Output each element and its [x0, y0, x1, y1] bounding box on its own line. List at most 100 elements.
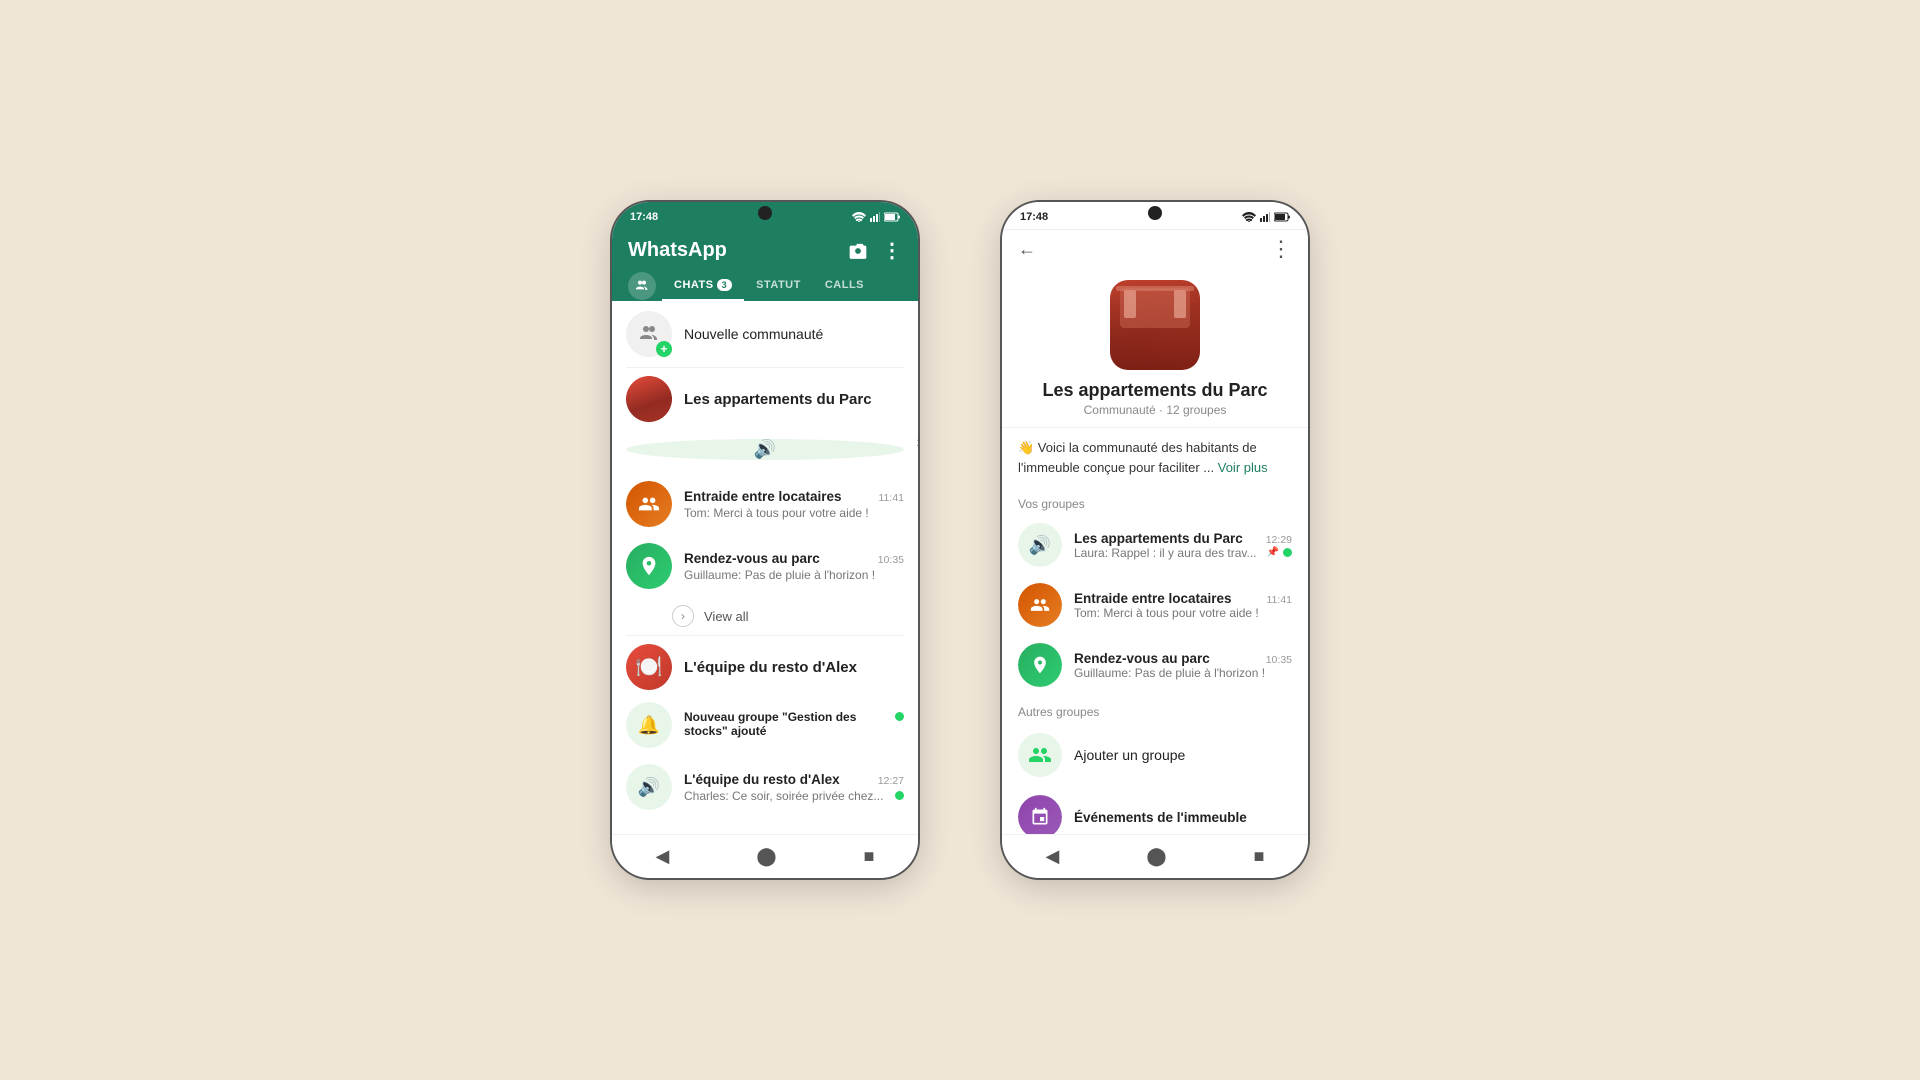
unread-dot-right-appart: [1283, 548, 1292, 557]
right-group-rdv[interactable]: Rendez-vous au parc 10:35 Guillaume: Pas…: [1002, 635, 1308, 695]
new-community-icon: +: [626, 311, 672, 357]
tab-statut[interactable]: STATUT: [744, 271, 813, 301]
home-button-p2[interactable]: ⬤: [1136, 842, 1176, 871]
right-avatar-rdv: [1018, 643, 1062, 687]
right-group-appart[interactable]: 🔊 Les appartements du Parc 12:29 Laura: …: [1002, 515, 1308, 575]
community-appart-header[interactable]: Les appartements du Parc: [612, 368, 918, 426]
add-people-icon: [1028, 743, 1052, 767]
chat-avatar-appart: 🔊: [626, 439, 904, 460]
chat-avatar-entraide: [626, 481, 672, 527]
chat-item-resto-alex[interactable]: 🔊 L'équipe du resto d'Alex 12:27 Charles…: [612, 756, 918, 818]
chat-avatar-gestion: 🔔: [626, 702, 672, 748]
chat-preview-resto-alex: Charles: Ce soir, soirée privée chez...: [684, 789, 891, 803]
view-all-arrow-icon: ›: [672, 605, 694, 627]
app-title: WhatsApp: [628, 239, 727, 262]
right-info-appart: Les appartements du Parc 12:29 Laura: Ra…: [1074, 531, 1292, 560]
back-button-2[interactable]: ←: [1018, 239, 1036, 260]
phone-1: 17:48 WhatsApp ⋮ CHATS3 STATUT: [610, 200, 920, 880]
add-group-label: Ajouter un groupe: [1074, 747, 1185, 763]
right-name-entraide: Entraide entre locataires: [1074, 591, 1232, 606]
phone-2: 17:48 ← ⋮ Les appartements du Parc: [1000, 200, 1310, 880]
community-appart-name: Les appartements du Parc: [684, 391, 872, 408]
right-info-entraide: Entraide entre locataires 11:41 Tom: Mer…: [1074, 591, 1292, 620]
right-name-rdv: Rendez-vous au parc: [1074, 651, 1210, 666]
chat-item-appart-parc[interactable]: 🔊 Les appartements du Parc 12:29 Laura: …: [612, 426, 918, 473]
notch-2: [1148, 206, 1162, 220]
chat-list: + Nouvelle communauté Les appartements d…: [612, 301, 918, 834]
wa-header: WhatsApp ⋮ CHATS3 STATUT CALLS: [612, 230, 918, 301]
community-resto-header[interactable]: 🍽️ L'équipe du resto d'Alex: [612, 636, 918, 694]
bottom-nav-2: ◀ ⬤ ■: [1002, 834, 1308, 878]
right-info-rdv: Rendez-vous au parc 10:35 Guillaume: Pas…: [1074, 651, 1292, 680]
right-avatar-appart: 🔊: [1018, 523, 1062, 567]
right-name-appart: Les appartements du Parc: [1074, 531, 1243, 546]
unread-dot-gestion: [895, 712, 904, 721]
community-icon: [634, 278, 650, 294]
status-icons-1: [852, 212, 900, 222]
chat-name-entraide: Entraide entre locataires: [684, 489, 842, 504]
evenements-item[interactable]: Événements de l'immeuble: [1002, 787, 1308, 834]
community-description: 👋 Voici la communauté des habitants de l…: [1002, 427, 1308, 487]
tabs-row: CHATS3 STATUT CALLS: [628, 271, 902, 301]
recent-button-1[interactable]: ■: [854, 842, 885, 871]
view-all-row[interactable]: › View all: [612, 597, 918, 635]
camera-icon[interactable]: [848, 241, 868, 261]
tab-chats[interactable]: CHATS3: [662, 271, 744, 301]
community-detail-header: ← ⋮: [1002, 230, 1308, 268]
recent-button-p2[interactable]: ■: [1244, 842, 1275, 871]
plus-badge: +: [656, 341, 672, 357]
community-hero-name: Les appartements du Parc: [1042, 380, 1267, 401]
chat-avatar-rdv: [626, 543, 672, 589]
add-group-icon: [1018, 733, 1062, 777]
community-resto-avatar: 🍽️: [626, 644, 672, 690]
chat-name-resto-alex: L'équipe du resto d'Alex: [684, 772, 840, 787]
chat-time-resto-alex: 12:27: [878, 775, 904, 787]
right-time-appart: 12:29: [1266, 534, 1292, 546]
tab-community-icon[interactable]: [628, 272, 656, 300]
right-preview-entraide: Tom: Merci à tous pour votre aide !: [1074, 606, 1292, 620]
new-community-row[interactable]: + Nouvelle communauté: [612, 301, 918, 367]
vos-groupes-label: Vos groupes: [1002, 487, 1308, 515]
tab-calls[interactable]: CALLS: [813, 271, 876, 301]
evenements-name: Événements de l'immeuble: [1074, 810, 1247, 825]
chat-time-rdv: 10:35: [878, 554, 904, 566]
community-hero: Les appartements du Parc Communauté · 12…: [1002, 268, 1308, 427]
chat-item-gestion[interactable]: 🔔 Nouveau groupe "Gestion des stocks" aj…: [612, 694, 918, 756]
back-button-p2[interactable]: ◀: [1036, 842, 1070, 871]
back-button-1[interactable]: ◀: [646, 842, 680, 871]
battery-icon: [884, 212, 900, 222]
chat-name-rdv: Rendez-vous au parc: [684, 551, 820, 566]
unread-dot-resto-alex: [895, 791, 904, 800]
right-preview-appart: Laura: Rappel : il y aura des trav...: [1074, 546, 1263, 560]
battery-icon-2: [1274, 212, 1290, 222]
status-time-2: 17:48: [1020, 211, 1048, 223]
right-time-rdv: 10:35: [1266, 654, 1292, 666]
more-menu-icon[interactable]: ⋮: [882, 238, 902, 263]
chat-preview-entraide: Tom: Merci à tous pour votre aide !: [684, 506, 904, 520]
more-button-2[interactable]: ⋮: [1270, 236, 1292, 262]
status-icons-2: [1242, 212, 1290, 222]
chat-info-gestion: Nouveau groupe "Gestion des stocks" ajou…: [684, 710, 904, 740]
chat-info-resto-alex: L'équipe du resto d'Alex 12:27 Charles: …: [684, 772, 904, 803]
pin-icon-right-appart: 📌: [1267, 547, 1279, 558]
community-resto-name: L'équipe du resto d'Alex: [684, 659, 857, 676]
chats-badge: 3: [717, 279, 733, 291]
community-appart-avatar: [626, 376, 672, 422]
chat-item-entraide[interactable]: Entraide entre locataires 11:41 Tom: Mer…: [612, 473, 918, 535]
signal-icon: [870, 212, 880, 222]
new-community-label: Nouvelle communauté: [684, 326, 823, 342]
add-group-item[interactable]: Ajouter un groupe: [1002, 723, 1308, 787]
home-button-1[interactable]: ⬤: [746, 842, 786, 871]
chat-info-entraide: Entraide entre locataires 11:41 Tom: Mer…: [684, 489, 904, 520]
wa-action-icons: ⋮: [848, 238, 902, 263]
evenements-info: Événements de l'immeuble: [1074, 810, 1292, 825]
chat-avatar-resto-alex: 🔊: [626, 764, 672, 810]
wifi-icon: [852, 212, 866, 222]
chat-item-rdv-parc[interactable]: Rendez-vous au parc 10:35 Guillaume: Pas…: [612, 535, 918, 597]
voir-plus-link[interactable]: Voir plus: [1218, 460, 1268, 475]
view-all-label: View all: [704, 609, 749, 624]
chat-time-appart: 12:29: [916, 437, 918, 449]
right-group-entraide[interactable]: Entraide entre locataires 11:41 Tom: Mer…: [1002, 575, 1308, 635]
right-preview-rdv: Guillaume: Pas de pluie à l'horizon !: [1074, 666, 1292, 680]
community-detail-body: Les appartements du Parc Communauté · 12…: [1002, 268, 1308, 834]
